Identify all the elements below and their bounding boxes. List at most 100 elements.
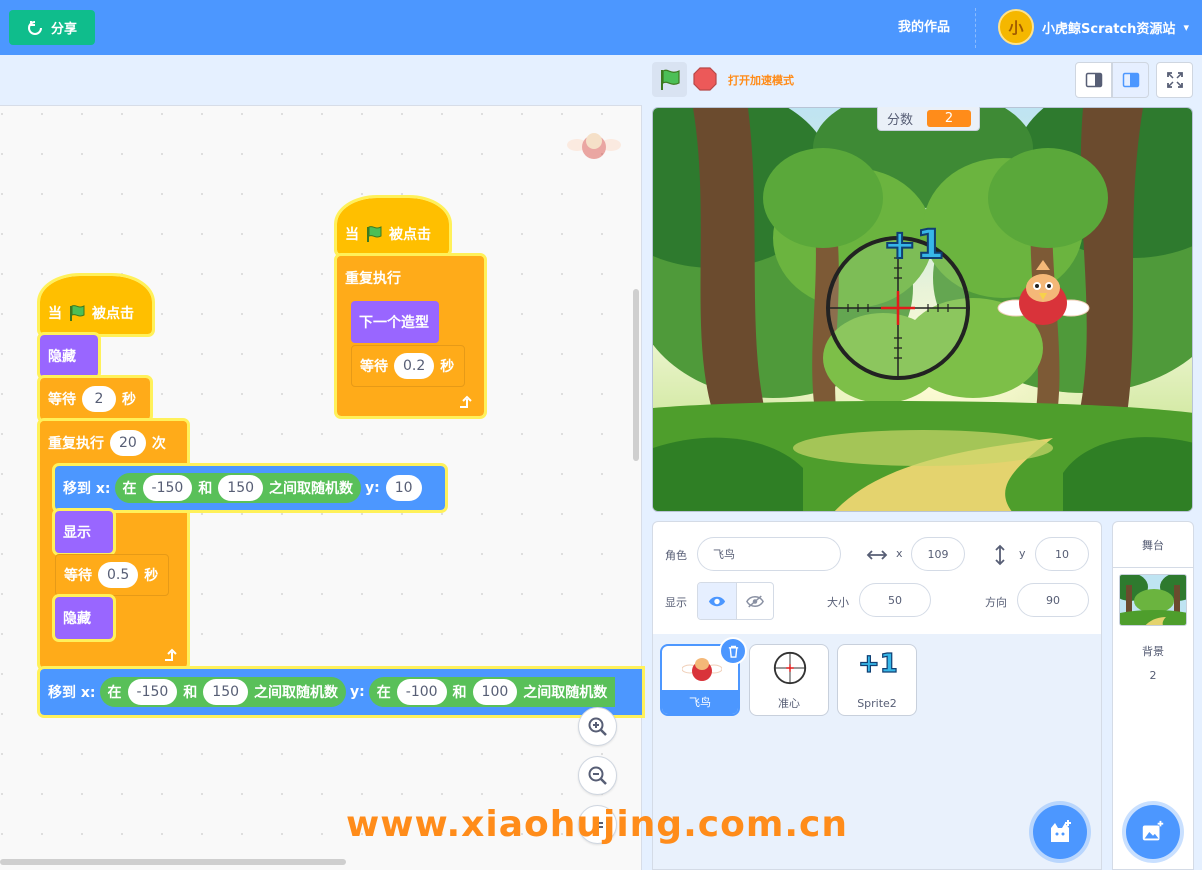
sprite-thumbnail-icon bbox=[567, 133, 621, 159]
share-button[interactable]: 分享 bbox=[9, 10, 95, 45]
image-add-icon bbox=[1142, 820, 1164, 841]
stop-icon bbox=[693, 67, 717, 91]
random-from-input[interactable]: -150 bbox=[142, 475, 193, 501]
block-text: 显示 bbox=[63, 525, 91, 541]
block-text: 和 bbox=[198, 481, 213, 497]
visibility-toggle bbox=[697, 582, 774, 620]
y-input[interactable]: 10 bbox=[1035, 537, 1089, 571]
my-works-link[interactable]: 我的作品 bbox=[898, 0, 950, 55]
block-text: y: bbox=[365, 480, 380, 496]
show-label: 显示 bbox=[665, 596, 687, 609]
bird-thumbnail-icon bbox=[682, 658, 722, 681]
direction-label: 方向 bbox=[985, 596, 1007, 609]
random-to-input[interactable]: 150 bbox=[218, 475, 264, 501]
large-stage-button[interactable] bbox=[1112, 62, 1149, 98]
wait-block[interactable]: 等待 0.5 秒 bbox=[55, 554, 169, 596]
show-sprite-button[interactable] bbox=[698, 583, 736, 619]
choose-backdrop-button[interactable] bbox=[1126, 805, 1180, 859]
share-label: 分享 bbox=[50, 22, 77, 37]
small-stage-button[interactable] bbox=[1075, 62, 1112, 98]
green-flag-icon bbox=[70, 305, 85, 321]
block-text: 隐藏 bbox=[63, 611, 91, 627]
choose-sprite-button[interactable] bbox=[1033, 805, 1087, 859]
block-text: 之间取随机数 bbox=[523, 685, 608, 701]
zoom-out-button[interactable] bbox=[578, 756, 617, 795]
random-from-input[interactable]: -150 bbox=[127, 679, 178, 705]
pick-random-block[interactable]: 在 -100 和 100 之间取随机数 bbox=[368, 677, 616, 707]
zoom-in-button[interactable] bbox=[578, 707, 617, 746]
next-costume-block[interactable]: 下一个造型 bbox=[351, 301, 439, 343]
score-monitor[interactable]: 分数 2 bbox=[877, 107, 980, 131]
header-divider bbox=[975, 8, 976, 48]
wait-block[interactable]: 等待 0.2 秒 bbox=[351, 345, 465, 387]
fullscreen-button[interactable] bbox=[1156, 62, 1193, 98]
forever-block[interactable]: 重复执行 bbox=[337, 256, 484, 300]
sprite-tile-name: 飞鸟 bbox=[662, 690, 738, 714]
stage-canvas[interactable]: +1 bbox=[652, 107, 1193, 512]
block-text: 重复执行 bbox=[345, 271, 401, 287]
chevron-down-icon: ▾ bbox=[1183, 20, 1189, 34]
zoom-out-icon bbox=[588, 766, 607, 785]
wait-seconds-input[interactable]: 2 bbox=[82, 386, 116, 412]
pick-random-block[interactable]: 在 -150 和 150 之间取随机数 bbox=[114, 473, 362, 503]
x-input[interactable]: 109 bbox=[911, 537, 965, 571]
plus-one-sprite: +1 bbox=[882, 221, 945, 269]
wait-seconds-input[interactable]: 0.2 bbox=[394, 353, 435, 379]
y-input[interactable]: 10 bbox=[385, 475, 422, 501]
sprite-name-input[interactable]: 飞鸟 bbox=[697, 537, 841, 571]
loop-arrow-icon bbox=[165, 648, 177, 661]
direction-input[interactable]: 90 bbox=[1017, 583, 1089, 617]
delete-sprite-button[interactable] bbox=[719, 637, 747, 665]
green-flag-icon bbox=[367, 226, 382, 242]
menu-bar: 分享 我的作品 小 小虎鲸Scratch资源站 ▾ bbox=[0, 0, 1202, 55]
forest-backdrop bbox=[653, 108, 1192, 511]
horizontal-scrollbar[interactable] bbox=[0, 859, 346, 865]
block-text: y: bbox=[350, 684, 365, 700]
block-text: 被点击 bbox=[389, 227, 431, 243]
block-text: 当 bbox=[48, 306, 62, 322]
hide-block[interactable]: 隐藏 bbox=[52, 594, 116, 642]
sprite-tile-crosshair[interactable]: 准心 bbox=[749, 644, 829, 716]
crosshair-thumbnail-icon bbox=[773, 651, 807, 685]
hide-sprite-button[interactable] bbox=[735, 583, 774, 619]
wait-seconds-input[interactable]: 0.5 bbox=[98, 562, 139, 588]
show-block[interactable]: 显示 bbox=[52, 508, 116, 556]
repeat-count-input[interactable]: 20 bbox=[110, 430, 146, 456]
block-text: 在 bbox=[376, 685, 391, 701]
random-to-input[interactable]: 100 bbox=[472, 679, 518, 705]
pick-random-block[interactable]: 在 -150 和 150 之间取随机数 bbox=[99, 677, 347, 707]
sprite-tile-sprite2[interactable]: +1 Sprite2 bbox=[837, 644, 917, 716]
random-to-input[interactable]: 150 bbox=[203, 679, 249, 705]
cat-add-icon bbox=[1051, 820, 1071, 842]
hide-block[interactable]: 隐藏 bbox=[37, 332, 101, 380]
when-flag-clicked-block[interactable]: 当 被点击 bbox=[37, 273, 155, 337]
sprite-name-label: 角色 bbox=[665, 549, 687, 562]
go-to-xy-block[interactable]: 移到 x: 在 -150 和 150 之间取随机数 y: 10 bbox=[52, 463, 448, 513]
wait-block[interactable]: 等待 2 秒 bbox=[37, 375, 153, 423]
account-menu[interactable]: 小 小虎鲸Scratch资源站 ▾ bbox=[998, 9, 1189, 45]
vertical-scrollbar[interactable] bbox=[633, 289, 639, 461]
block-text: 等待 bbox=[360, 359, 388, 375]
block-text: 移到 x: bbox=[48, 685, 96, 701]
sprite-name-value: 飞鸟 bbox=[713, 548, 735, 561]
random-from-input[interactable]: -100 bbox=[396, 679, 447, 705]
block-text: 和 bbox=[183, 685, 198, 701]
when-flag-clicked-block[interactable]: 当 被点击 bbox=[334, 195, 452, 257]
block-text: 之间取随机数 bbox=[254, 685, 339, 701]
stage-pane-title: 舞台 bbox=[1113, 522, 1193, 568]
size-input[interactable]: 50 bbox=[859, 583, 931, 617]
loop-arrow-icon bbox=[460, 395, 472, 408]
green-flag-button[interactable] bbox=[652, 62, 687, 97]
backdrop-thumbnail bbox=[1119, 574, 1187, 626]
stop-button[interactable] bbox=[692, 66, 718, 92]
sprite-tile-name: 准心 bbox=[778, 697, 800, 710]
site-watermark: www.xiaohujing.com.cn bbox=[346, 804, 848, 845]
go-to-xy-block[interactable]: 移到 x: 在 -150 和 150 之间取随机数 y: 在 -100 和 10… bbox=[37, 666, 645, 718]
block-text: 当 bbox=[345, 227, 359, 243]
repeat-block[interactable]: 重复执行 20 次 bbox=[40, 421, 187, 465]
turbo-mode-toggle[interactable]: 打开加速模式 bbox=[728, 72, 794, 88]
block-text: 秒 bbox=[122, 392, 136, 408]
sprite-tile-name: Sprite2 bbox=[857, 696, 897, 710]
block-text: 等待 bbox=[48, 392, 76, 408]
score-value: 2 bbox=[927, 110, 972, 127]
